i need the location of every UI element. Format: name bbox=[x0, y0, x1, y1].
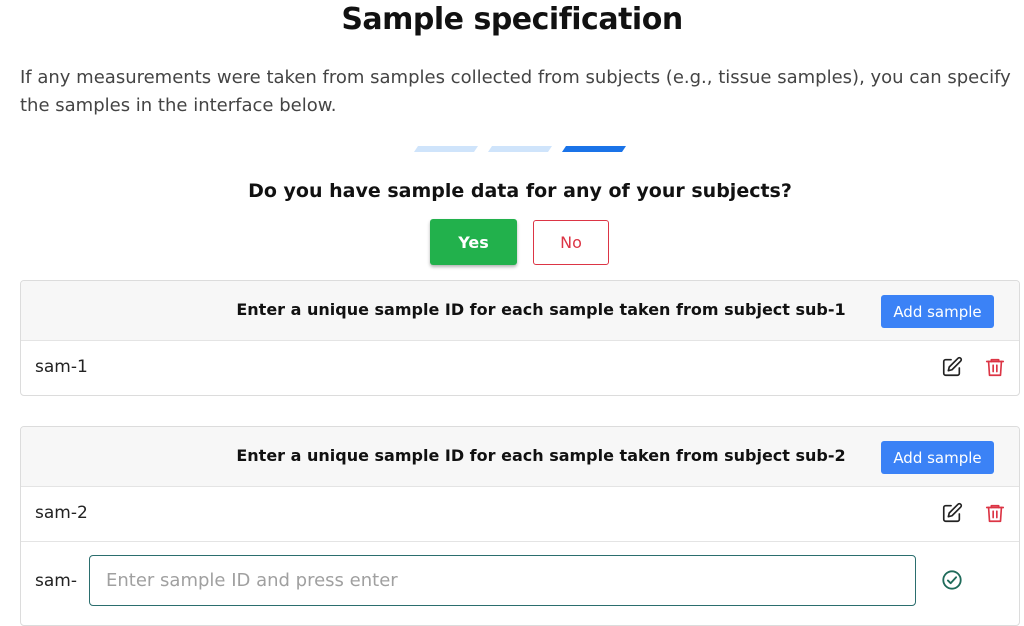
sample-id-input[interactable] bbox=[89, 555, 916, 606]
edit-sample-button[interactable] bbox=[940, 502, 964, 526]
page-intro: If any measurements were taken from samp… bbox=[20, 67, 1011, 116]
new-sample-row: sam- bbox=[21, 542, 1019, 608]
sample-question: Do you have sample data for any of your … bbox=[248, 180, 792, 202]
add-sample-button[interactable]: Add sample bbox=[881, 295, 994, 328]
sample-row: sam-2 bbox=[21, 487, 1019, 542]
subject-card-header: Enter a unique sample ID for each sample… bbox=[21, 427, 1019, 487]
subject-card-title: Enter a unique sample ID for each sample… bbox=[236, 300, 846, 319]
edit-sample-button[interactable] bbox=[940, 356, 964, 380]
progress-step-3 bbox=[562, 146, 626, 152]
subject-card-title: Enter a unique sample ID for each sample… bbox=[236, 446, 846, 465]
page-title: Sample specification bbox=[341, 2, 683, 37]
subject-card-header: Enter a unique sample ID for each sample… bbox=[21, 281, 1019, 341]
delete-sample-button[interactable] bbox=[983, 502, 1007, 526]
sample-id-prefix: sam- bbox=[35, 571, 77, 591]
trash-icon bbox=[985, 358, 1005, 377]
edit-icon bbox=[942, 356, 963, 377]
sample-id: sam-2 bbox=[35, 503, 88, 523]
check-circle-icon bbox=[942, 570, 962, 590]
edit-icon bbox=[942, 502, 963, 523]
delete-sample-button[interactable] bbox=[983, 356, 1007, 380]
add-sample-button[interactable]: Add sample bbox=[881, 441, 994, 474]
sample-id: sam-1 bbox=[35, 357, 88, 377]
progress-step-1 bbox=[414, 146, 478, 152]
subject-card-sub-1: Enter a unique sample ID for each sample… bbox=[20, 280, 1020, 396]
progress-step-2 bbox=[488, 146, 552, 152]
subject-card-sub-2: Enter a unique sample ID for each sample… bbox=[20, 426, 1020, 626]
confirm-sample-button[interactable] bbox=[940, 569, 964, 593]
no-button[interactable]: No bbox=[533, 220, 609, 265]
yes-button[interactable]: Yes bbox=[430, 219, 517, 265]
sample-row: sam-1 bbox=[21, 341, 1019, 395]
trash-icon bbox=[985, 504, 1005, 523]
step-progress bbox=[414, 146, 630, 152]
